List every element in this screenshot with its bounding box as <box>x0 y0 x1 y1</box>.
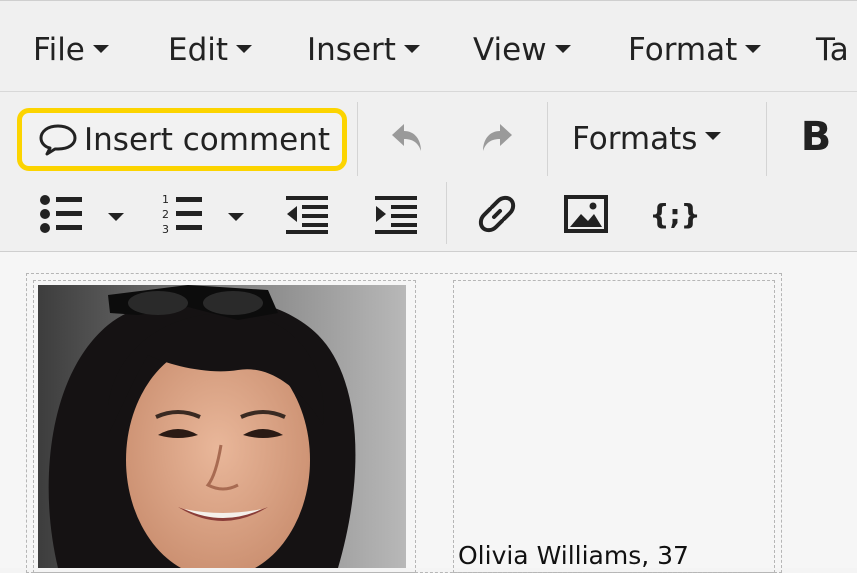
menu-insert-label: Insert <box>307 32 396 68</box>
menu-insert[interactable]: Insert <box>307 31 420 69</box>
svg-text:3: 3 <box>162 223 169 236</box>
menu-file-label: File <box>33 32 85 68</box>
code-sample-button[interactable]: {;} <box>649 192 701 236</box>
toolbar-separator <box>766 102 767 176</box>
toolbar-separator <box>547 102 548 176</box>
menu-file[interactable]: File <box>33 31 109 69</box>
menubar: File Edit Insert View Format Ta <box>0 0 857 92</box>
chevron-down-icon <box>108 213 124 221</box>
chevron-down-icon <box>236 44 253 53</box>
undo-button[interactable] <box>384 114 432 162</box>
chevron-down-icon <box>745 44 762 53</box>
svg-text:2: 2 <box>162 208 169 221</box>
menu-format-label: Format <box>628 32 738 68</box>
numbered-list-icon: 1 2 3 <box>162 193 244 236</box>
link-icon <box>478 195 516 233</box>
insert-link-button[interactable] <box>474 191 520 237</box>
bold-icon: B <box>800 114 832 160</box>
indent-icon <box>375 196 417 234</box>
indent-button[interactable] <box>373 192 419 236</box>
menu-view-label: View <box>473 32 547 68</box>
bullet-list-icon <box>40 195 124 233</box>
bullet-list-button[interactable] <box>36 192 132 236</box>
menu-edit[interactable]: Edit <box>168 31 253 69</box>
formats-dropdown[interactable]: Formats <box>572 118 722 160</box>
outdent-icon <box>286 196 328 234</box>
svg-text:1: 1 <box>162 193 169 206</box>
code-sample-icon: {;} <box>649 197 701 231</box>
person-caption: Olivia Williams, 37 <box>458 541 689 570</box>
numbered-list-button[interactable]: 1 2 3 <box>160 192 256 236</box>
toolbar-separator <box>357 102 358 176</box>
chevron-down-icon <box>403 44 420 53</box>
chevron-down-icon <box>554 44 571 53</box>
redo-icon <box>483 124 512 151</box>
image-icon <box>564 195 608 233</box>
chevron-down-icon <box>228 213 244 221</box>
toolbar-separator <box>446 182 447 244</box>
formats-label: Formats <box>572 121 698 157</box>
menu-format[interactable]: Format <box>628 31 762 69</box>
redo-button[interactable] <box>472 114 520 162</box>
chevron-down-icon <box>92 44 109 53</box>
insert-comment-label: Insert comment <box>84 121 331 158</box>
outdent-button[interactable] <box>284 192 330 236</box>
insert-comment-button[interactable]: Insert comment <box>17 108 347 171</box>
speech-bubble-icon <box>39 124 77 155</box>
profile-photo[interactable] <box>38 285 406 568</box>
menu-table-label: Ta <box>816 32 849 68</box>
menu-view[interactable]: View <box>473 31 571 69</box>
toolbar: Insert comment Formats B 1 2 3 {;} <box>0 92 857 252</box>
menu-edit-label: Edit <box>168 32 229 68</box>
table-cell-info[interactable] <box>453 280 775 573</box>
chevron-down-icon <box>705 132 722 140</box>
insert-image-button[interactable] <box>563 192 609 236</box>
menu-table[interactable]: Ta <box>816 31 849 69</box>
undo-icon <box>392 124 421 151</box>
bold-button[interactable]: B <box>796 112 836 162</box>
portrait-image <box>38 285 406 568</box>
